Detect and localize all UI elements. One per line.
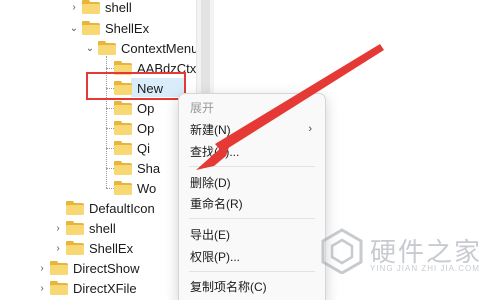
tree-connector-line: [106, 108, 114, 109]
chevron-right-icon[interactable]: ›: [68, 0, 80, 17]
menu-item-label: 查找(F)...: [190, 144, 240, 159]
menu-item-rename[interactable]: 重命名(R): [180, 192, 324, 214]
tree-node-label: shell: [89, 220, 116, 236]
menu-item-label: 导出(E): [190, 227, 230, 242]
menu-item-label: 重命名(R): [190, 196, 243, 211]
chevron-down-icon[interactable]: ⌄: [84, 38, 96, 58]
tree-connector-line: [106, 128, 114, 129]
watermark: 硬件之家 YING JIAN ZHI JIA.COM: [320, 228, 490, 278]
tree-connector-line: [106, 68, 114, 69]
menu-item-label: 复制项名称(C): [190, 279, 267, 294]
tree-node-qi[interactable]: Qi: [114, 138, 150, 158]
folder-icon: [66, 201, 84, 215]
folder-icon: [82, 0, 100, 14]
folder-icon: [66, 221, 84, 235]
folder-icon: [50, 261, 68, 275]
tree-node-sha[interactable]: Sha: [114, 158, 160, 178]
chevron-right-icon[interactable]: ›: [36, 258, 48, 278]
tree-node-op[interactable]: Op: [114, 118, 154, 138]
tree-node-label: Wo: [137, 180, 157, 196]
tree-node-label: ShellEx: [105, 20, 150, 36]
tree-node-label: Op: [137, 100, 155, 116]
folder-icon: [66, 241, 84, 255]
folder-open-icon: [98, 41, 116, 55]
menu-item-delete[interactable]: 删除(D): [180, 171, 324, 193]
menu-item-label: 新建(N): [190, 122, 231, 137]
menu-item-label: 展开: [190, 100, 215, 115]
watermark-subtitle: YING JIAN ZHI JIA.COM: [370, 264, 480, 273]
chevron-right-icon: ›: [308, 123, 312, 135]
tree-node-op[interactable]: Op: [114, 98, 154, 118]
tree-node-wo[interactable]: Wo: [114, 178, 156, 198]
menu-separator: [189, 166, 315, 167]
chevron-right-icon[interactable]: ›: [36, 278, 48, 298]
tree-node-shell[interactable]: › shell: [68, 0, 132, 17]
context-menu: 展开 新建(N) › 查找(F)... 删除(D) 重命名(R) 导出(E) 权…: [178, 93, 326, 300]
menu-item-label: 权限(P)...: [190, 249, 240, 264]
menu-item-permissions[interactable]: 权限(P)...: [180, 245, 324, 267]
menu-separator: [189, 271, 315, 272]
tree-node-shellex[interactable]: › ShellEx: [52, 238, 133, 258]
tree-node-label: ContextMenu: [121, 40, 199, 56]
tree-node-directshow[interactable]: › DirectShow: [36, 258, 139, 278]
tree-node-shellex[interactable]: ⌄ ShellEx: [68, 18, 149, 38]
tree-connector-line: [106, 148, 114, 149]
folder-icon: [50, 281, 68, 295]
tree-node-label: shell: [105, 0, 132, 15]
tree-node-label: Sha: [137, 160, 161, 176]
tree-node-directxfile[interactable]: › DirectXFile: [36, 278, 137, 298]
menu-item-export[interactable]: 导出(E): [180, 223, 324, 245]
folder-icon: [114, 161, 132, 175]
tree-node-label: ShellEx: [89, 240, 134, 256]
chevron-right-icon[interactable]: ›: [52, 238, 64, 258]
tree-node-label: Op: [137, 120, 155, 136]
tree-node-defaulticon[interactable]: DefaultIcon: [52, 198, 155, 218]
menu-item-new[interactable]: 新建(N) ›: [180, 118, 324, 140]
folder-icon: [114, 101, 132, 115]
folder-icon: [114, 181, 132, 195]
registry-tree-pane: › shell ⌄ ShellEx ⌄ ContextMenu AABdzCtx…: [0, 0, 199, 300]
menu-separator: [189, 218, 315, 219]
tree-node-label: DefaultIcon: [89, 200, 155, 216]
watermark-logo-icon: [321, 228, 363, 274]
tree-node-label: DirectShow: [73, 260, 140, 276]
folder-icon: [114, 121, 132, 135]
chevron-right-icon[interactable]: ›: [52, 218, 64, 238]
tree-node-contextmenu[interactable]: ⌄ ContextMenu: [84, 38, 199, 58]
annotation-highlight-box: [86, 72, 186, 100]
chevron-down-icon[interactable]: ⌄: [68, 18, 80, 38]
menu-item-find[interactable]: 查找(F)...: [180, 140, 324, 162]
tree-connector-line: [106, 188, 114, 189]
tree-node-label: Qi: [137, 140, 150, 156]
menu-item-copy-key-name[interactable]: 复制项名称(C): [180, 275, 324, 297]
folder-icon: [82, 21, 100, 35]
tree-node-label: DirectXFile: [73, 280, 137, 296]
folder-icon: [114, 141, 132, 155]
tree-node-shell[interactable]: › shell: [52, 218, 116, 238]
menu-item-label: 删除(D): [190, 175, 231, 190]
registry-editor-view: › shell ⌄ ShellEx ⌄ ContextMenu AABdzCtx…: [0, 0, 490, 300]
tree-connector-line: [106, 168, 114, 169]
menu-item-expand: 展开: [180, 96, 324, 118]
